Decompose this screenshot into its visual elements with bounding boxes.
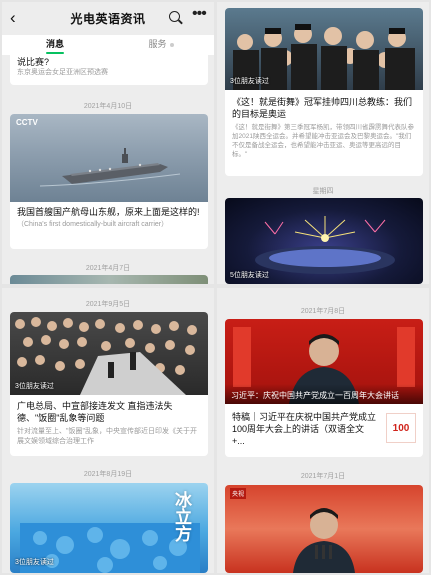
article-summary: 针对流量至上、"饭圈"乱象，中央宣传部近日印发《关于开展文娱领域综合治理工作 bbox=[17, 428, 197, 445]
screenshot-panel-1: ‹ 光电英语资讯 ••• 消息 服务 说比赛? 东京奥运会女足亚洲区预选赛 20… bbox=[2, 2, 214, 284]
article-image: 3位朋友读过 bbox=[10, 312, 208, 395]
article-card[interactable]: 说比赛? 东京奥运会女足亚洲区预选赛 bbox=[10, 55, 208, 85]
article-title: 特稿｜习近平在庆祝中国共产党成立100周年大会上的讲话（双语全文+... bbox=[232, 412, 377, 446]
article-image: 习近平：庆祝中国共产党成立一百周年大会讲话 bbox=[225, 319, 423, 404]
page-title: 光电英语资讯 bbox=[70, 12, 146, 26]
article-title: 广电总局、中宣部接连发文 直指违法失德、"饭圈"乱象等问题 bbox=[17, 401, 173, 423]
dot-icon bbox=[169, 42, 174, 47]
friends-read-badge: 3位朋友读过 bbox=[15, 559, 54, 566]
article-image: CCTV bbox=[10, 114, 208, 202]
date-divider: 2021年7月8日 bbox=[300, 308, 346, 315]
friends-read-badge: 3位朋友读过 bbox=[15, 383, 54, 390]
article-summary: 《这！就是街舞》第三季冠军杨凯，带领四川省霹雳舞代表队参加2021陕西全运会。并… bbox=[232, 124, 414, 158]
speaker-photo bbox=[293, 508, 355, 573]
article-image: 3位朋友读过 bbox=[225, 8, 423, 90]
article-card[interactable]: 3位朋友读过 《这！就是街舞》冠军挂帅四川总教练：我们的目标是奥运 《这！就是街… bbox=[225, 8, 423, 176]
friends-read-badge: 5位朋友读过 bbox=[230, 272, 269, 279]
search-icon[interactable] bbox=[169, 11, 180, 22]
thumbnail-label: 100 bbox=[392, 422, 410, 434]
article-card[interactable]: 央视 bbox=[225, 485, 423, 573]
screenshot-panel-2: 3位朋友读过 《这！就是街舞》冠军挂帅四川总教练：我们的目标是奥运 《这！就是街… bbox=[217, 2, 429, 284]
article-card[interactable] bbox=[10, 275, 208, 284]
screenshot-panel-4: 2021年7月8日 习近平：庆祝中国共产党成立一百周年大会讲话 特稿｜习近平在庆… bbox=[217, 288, 429, 573]
tab-services[interactable]: 服务 bbox=[108, 35, 214, 55]
more-options-icon[interactable]: ••• bbox=[192, 6, 207, 22]
tab-bar: 消息 服务 bbox=[2, 35, 214, 55]
screenshot-panel-3: 2021年9月5日 3位朋友读过 广电总局、中宣部接连发文 直指违法失德、"饭圈… bbox=[2, 288, 214, 573]
date-divider: 2021年7月1日 bbox=[300, 473, 346, 480]
overlay-title: 冰立方 bbox=[172, 491, 191, 542]
video-caption: 习近平：庆祝中国共产党成立一百周年大会讲话 bbox=[225, 384, 423, 404]
tab-messages[interactable]: 消息 bbox=[2, 35, 108, 55]
article-summary: 东京奥运会女足亚洲区预选赛 bbox=[17, 69, 108, 76]
article-card[interactable]: 3位朋友读过 广电总局、中宣部接连发文 直指违法失德、"饭圈"乱象等问题 针对流… bbox=[10, 312, 208, 456]
friends-read-badge: 3位朋友读过 bbox=[230, 78, 269, 85]
article-summary: （China's first domestically-built aircra… bbox=[17, 221, 169, 228]
article-title: 说比赛? bbox=[17, 57, 50, 67]
date-divider: 2021年4月7日 bbox=[85, 265, 131, 272]
back-arrow-icon[interactable]: ‹ bbox=[10, 8, 16, 28]
article-card[interactable]: 5位朋友读过 bbox=[225, 198, 423, 284]
article-thumbnail: 100 bbox=[386, 413, 416, 443]
date-divider: 2021年4月10日 bbox=[83, 103, 133, 110]
article-card[interactable]: 习近平：庆祝中国共产党成立一百周年大会讲话 特稿｜习近平在庆祝中国共产党成立10… bbox=[225, 319, 423, 457]
nav-bar: ‹ 光电英语资讯 ••• bbox=[2, 2, 214, 35]
article-title: 我国首艘国产航母山东舰，原来上面是这样的! bbox=[17, 207, 200, 217]
article-card[interactable]: CCTV 我国首艘国产航母山东舰，原来上面是这样的! （China's firs… bbox=[10, 114, 208, 249]
article-image: 央视 bbox=[225, 485, 423, 573]
article-title: 《这！就是街舞》冠军挂帅四川总教练：我们的目标是奥运 bbox=[232, 97, 413, 119]
date-divider: 2021年9月5日 bbox=[85, 301, 131, 308]
date-divider: 星期四 bbox=[312, 188, 334, 195]
tab-messages-label: 消息 bbox=[45, 39, 64, 49]
cctv-logo: CCTV bbox=[16, 118, 38, 127]
article-card[interactable]: 冰立方 3位朋友读过 bbox=[10, 483, 208, 573]
article-image: 冰立方 3位朋友读过 bbox=[10, 483, 208, 573]
date-divider: 2021年8月19日 bbox=[83, 471, 133, 478]
aircraft-carrier-image bbox=[39, 148, 181, 187]
channel-tag: 央视 bbox=[230, 488, 247, 499]
article-image: 5位朋友读过 bbox=[225, 198, 423, 284]
tab-services-label: 服务 bbox=[148, 39, 167, 49]
